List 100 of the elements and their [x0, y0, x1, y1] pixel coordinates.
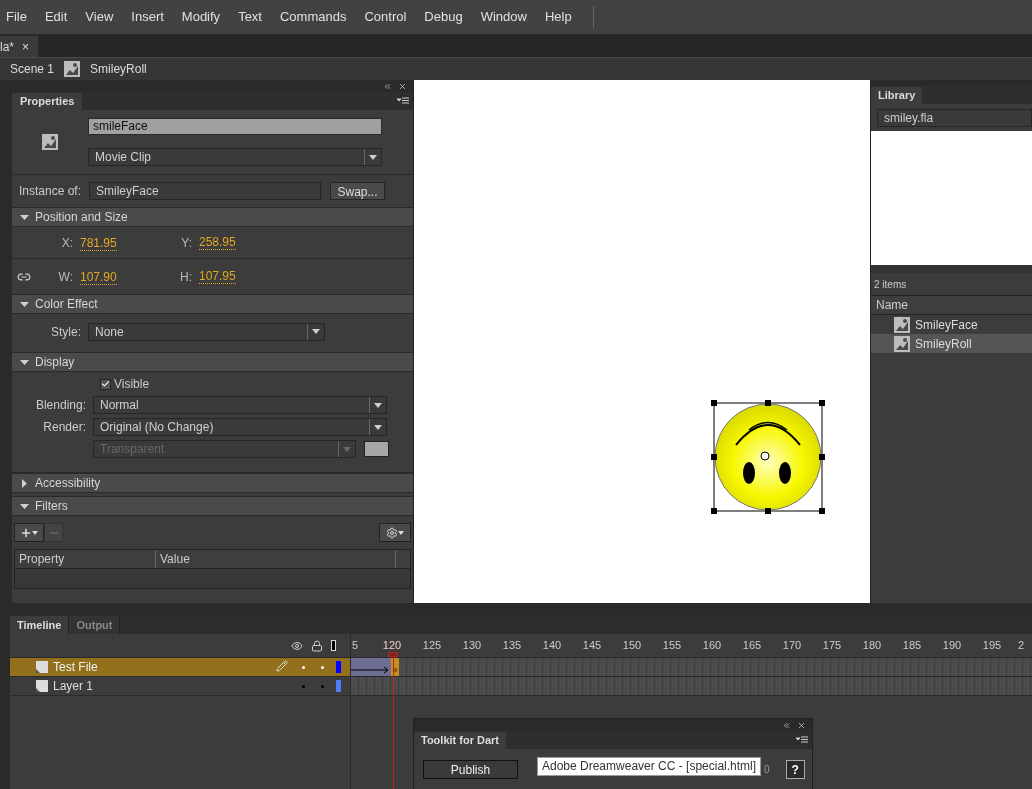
document-title: la* [0, 38, 14, 56]
collapse-icon[interactable] [782, 720, 791, 730]
visible-checkbox[interactable] [100, 378, 111, 390]
dropdown-arrow-icon [374, 424, 382, 430]
field-label: Y: [180, 234, 193, 252]
properties-tab[interactable]: Properties [12, 93, 83, 110]
style-dropdown[interactable]: None [88, 322, 325, 341]
timeline-tab[interactable]: Output [69, 616, 121, 634]
close-tab-button[interactable]: × [22, 37, 30, 56]
frame-number: 150 [622, 639, 642, 651]
lock-icon[interactable] [311, 639, 323, 652]
filter-options-button[interactable] [379, 523, 411, 542]
frame-number: 155 [662, 639, 682, 651]
frame-number: 130 [462, 639, 482, 651]
field-label: Style: [50, 323, 81, 341]
layer-icon [36, 680, 48, 692]
menu-item[interactable]: Commands [270, 7, 356, 27]
field-label: Instance of: [19, 183, 83, 200]
section-header[interactable]: Display [12, 352, 413, 372]
value-field[interactable]: 107.95 [199, 269, 236, 284]
library-item[interactable]: SmileyRoll [871, 334, 1032, 353]
publish-button[interactable]: Publish [423, 759, 518, 779]
disclosure-triangle-icon[interactable] [20, 212, 29, 222]
menu-item[interactable]: File [0, 7, 36, 27]
section-title: Position and Size [35, 209, 128, 226]
section-title: Filters [35, 498, 68, 515]
column-header: Property [15, 550, 156, 568]
disclosure-triangle-icon[interactable] [20, 478, 29, 488]
menu-item[interactable]: Debug [415, 7, 472, 27]
symbol-type-dropdown[interactable]: Movie Clip [88, 148, 382, 166]
frame-number: 190 [942, 639, 962, 651]
eye-icon[interactable] [291, 639, 303, 652]
menu-item[interactable]: Modify [172, 7, 230, 27]
value-field[interactable]: 258.95 [199, 235, 236, 250]
document-tab[interactable]: la* × [0, 36, 38, 57]
field-label: H: [180, 268, 193, 286]
gear-icon [386, 526, 398, 539]
frame-number: 180 [862, 639, 882, 651]
library-tab[interactable]: Library [871, 87, 923, 104]
column-header: Name [876, 297, 908, 314]
disclosure-triangle-icon[interactable] [20, 299, 29, 309]
panel-menu-icon[interactable] [796, 736, 808, 744]
value-field[interactable]: 107.90 [80, 269, 117, 285]
section-title: Accessibility [35, 475, 101, 492]
section-header[interactable]: Position and Size [12, 207, 413, 227]
add-filter-button[interactable] [14, 523, 44, 542]
outline-icon[interactable] [331, 640, 336, 651]
help-button[interactable]: ? [785, 759, 805, 779]
close-icon[interactable] [797, 720, 806, 730]
section-header[interactable]: Accessibility [12, 473, 413, 493]
layer-row[interactable]: Test File [10, 658, 350, 676]
frame-number: 145 [582, 639, 602, 651]
smiley-drawing[interactable] [711, 400, 825, 514]
scene-link[interactable]: Scene 1 [10, 60, 55, 78]
menu-item[interactable]: Control [355, 7, 416, 27]
frame-number: 170 [782, 639, 802, 651]
value-field[interactable]: 781.95 [80, 235, 117, 251]
section-header[interactable]: Color Effect [12, 294, 413, 314]
menu-item[interactable]: Help [535, 7, 581, 27]
menu-item[interactable]: Text [229, 7, 271, 27]
frame-number: 140 [542, 639, 562, 651]
caret-icon [32, 530, 38, 535]
toolkit-tab[interactable]: Toolkit for Dart [414, 732, 506, 749]
menu-item[interactable]: View [76, 7, 123, 27]
tooltip: Adobe Dreamweaver CC - [special.html] [537, 757, 762, 776]
collapse-icon[interactable] [383, 81, 392, 91]
frame-number: 125 [422, 639, 442, 651]
frame-number: 195 [982, 639, 1002, 651]
dropdown-arrow-icon [343, 446, 351, 452]
disclosure-triangle-icon[interactable] [20, 357, 29, 367]
dropdown-arrow-icon [312, 329, 320, 334]
timeline-tab[interactable]: Timeline [10, 616, 70, 634]
field-label: W: [57, 268, 74, 286]
render-dropdown[interactable]: Original (No Change) [93, 418, 387, 436]
instance-name-field[interactable]: smileFace [88, 118, 382, 135]
field-label: Blending: [34, 397, 86, 414]
close-icon[interactable] [398, 81, 407, 91]
layer-color-swatch[interactable] [336, 661, 341, 673]
menu-item[interactable]: Edit [35, 7, 77, 27]
blending-dropdown[interactable]: Normal [93, 396, 387, 414]
frame-number: 2 [1018, 639, 1025, 651]
menu-item[interactable]: Insert [122, 7, 173, 27]
frame-number: 160 [702, 639, 722, 651]
field-label: Render: [42, 419, 86, 436]
tween-span[interactable] [351, 658, 391, 676]
symbol-link[interactable]: SmileyRoll [90, 60, 147, 78]
layer-color-swatch[interactable] [336, 680, 341, 692]
section-header[interactable]: Filters [12, 496, 413, 516]
menu-item[interactable]: Window [471, 7, 536, 27]
frame-number: 185 [902, 639, 922, 651]
plus-icon [20, 526, 32, 539]
instance-of-field[interactable]: SmileyFace [89, 182, 321, 200]
library-file-dropdown[interactable]: smiley.fla [877, 108, 1032, 127]
panel-menu-icon[interactable] [397, 97, 409, 105]
frame-number: 165 [742, 639, 762, 651]
disclosure-triangle-icon[interactable] [20, 501, 29, 511]
frame-number: 135 [502, 639, 522, 651]
dropdown-arrow-icon [369, 154, 377, 160]
color-swatch[interactable] [364, 441, 389, 457]
swap-button[interactable]: Swap... [330, 182, 385, 200]
